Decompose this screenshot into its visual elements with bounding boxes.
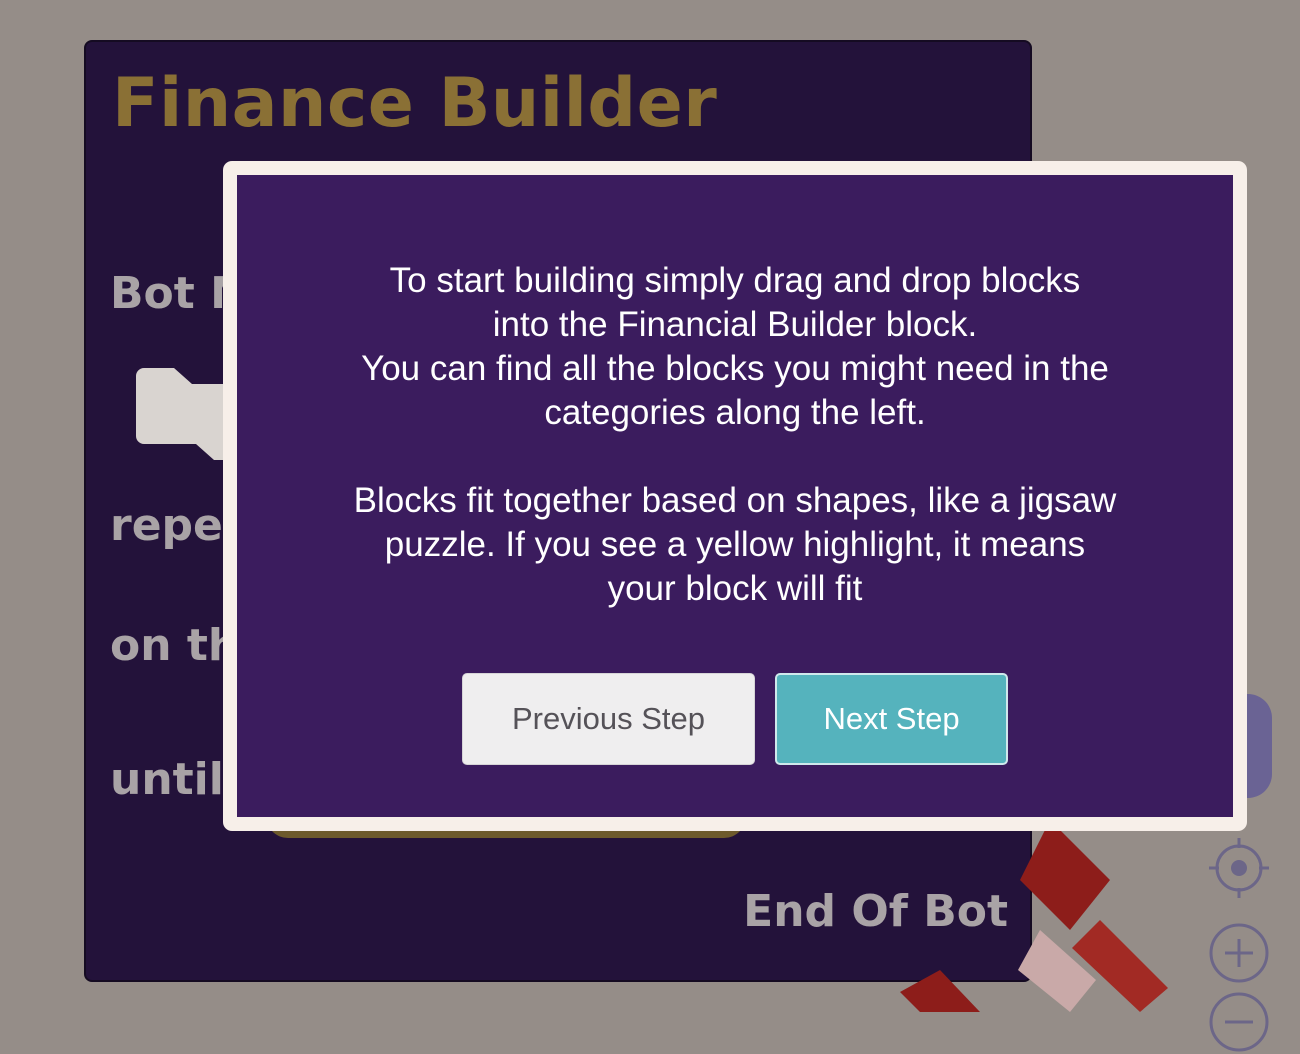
- decorative-red-shapes: [900, 820, 1168, 1012]
- tutorial-line: puzzle. If you see a yellow highlight, i…: [384, 525, 1086, 564]
- previous-step-button[interactable]: Previous Step: [462, 673, 755, 765]
- next-step-button[interactable]: Next Step: [775, 673, 1008, 765]
- tutorial-modal: To start building simply drag and drop b…: [223, 161, 1247, 831]
- tutorial-line: into the Financial Builder block.: [492, 305, 978, 344]
- until-label: until: [110, 754, 224, 805]
- builder-title: Finance Builder: [112, 64, 718, 143]
- tutorial-line: your block will fit: [607, 569, 863, 608]
- tutorial-text: To start building simply drag and drop b…: [277, 259, 1193, 611]
- tutorial-line: categories along the left.: [544, 393, 926, 432]
- tutorial-line: To start building simply drag and drop b…: [389, 261, 1081, 300]
- tutorial-line: You can find all the blocks you might ne…: [361, 349, 1109, 388]
- crosshair-icon[interactable]: [1207, 836, 1271, 900]
- zoom-out-icon[interactable]: [1207, 990, 1271, 1054]
- zoom-in-icon[interactable]: [1207, 921, 1271, 985]
- tutorial-modal-body: To start building simply drag and drop b…: [237, 175, 1233, 817]
- on-the-label: on th: [110, 620, 240, 671]
- tutorial-line: Blocks fit together based on shapes, lik…: [353, 481, 1117, 520]
